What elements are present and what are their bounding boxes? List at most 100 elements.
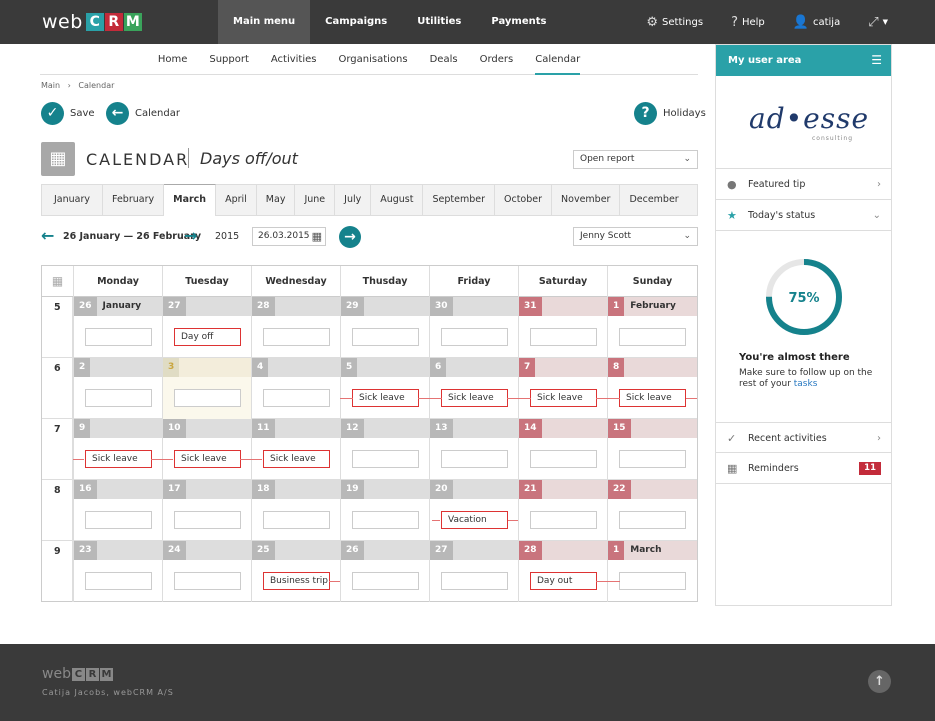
day-cell[interactable]: 15 xyxy=(607,419,697,480)
empty-event-field[interactable] xyxy=(352,572,419,590)
next-range-arrow[interactable]: → xyxy=(184,226,197,245)
day-cell[interactable]: 8 Sick leave xyxy=(607,358,697,419)
day-cell[interactable]: 16 xyxy=(73,480,162,541)
day-cell[interactable]: 14 xyxy=(518,419,607,480)
day-cell[interactable]: 30 xyxy=(429,297,518,358)
empty-event-field[interactable] xyxy=(263,389,330,407)
empty-event-field[interactable] xyxy=(85,389,152,407)
day-cell[interactable]: 27 xyxy=(429,541,518,602)
topnav-payments[interactable]: Payments xyxy=(476,0,561,44)
day-cell[interactable]: 1 March xyxy=(607,541,697,602)
day-cell[interactable]: 1 February xyxy=(607,297,697,358)
day-cell[interactable]: 31 xyxy=(518,297,607,358)
tab-april[interactable]: April xyxy=(216,185,257,215)
empty-event-field[interactable] xyxy=(174,389,241,407)
day-cell[interactable]: 27 Day off xyxy=(162,297,251,358)
empty-event-field[interactable] xyxy=(441,328,508,346)
day-cell[interactable]: 26 January xyxy=(73,297,162,358)
tab-june[interactable]: June xyxy=(295,185,336,215)
day-cell[interactable]: 29 xyxy=(340,297,429,358)
event-field[interactable]: Sick leave xyxy=(441,389,508,407)
holidays-button[interactable]: ? Holidays xyxy=(634,102,706,125)
subnav-calendar[interactable]: Calendar xyxy=(535,44,581,75)
day-cell[interactable]: 20 Vacation xyxy=(429,480,518,541)
day-cell[interactable]: 21 xyxy=(518,480,607,541)
subnav-organisations[interactable]: Organisations xyxy=(339,44,408,75)
day-cell[interactable]: 12 xyxy=(340,419,429,480)
tab-july[interactable]: July xyxy=(335,185,372,215)
open-report-select[interactable]: Open report ⌄ xyxy=(573,150,698,169)
day-cell[interactable]: 24 xyxy=(162,541,251,602)
subnav-activities[interactable]: Activities xyxy=(271,44,317,75)
day-cell[interactable]: 10 Sick leave xyxy=(162,419,251,480)
tab-september[interactable]: September xyxy=(423,185,495,215)
help-link[interactable]: ? Help xyxy=(731,15,765,30)
topnav-utilities[interactable]: Utilities xyxy=(402,0,476,44)
topnav-main-menu[interactable]: Main menu xyxy=(218,0,311,44)
day-cell[interactable]: 17 xyxy=(162,480,251,541)
empty-event-field[interactable] xyxy=(85,511,152,529)
back-to-calendar-button[interactable]: ← Calendar xyxy=(106,102,180,125)
tasks-link[interactable]: tasks xyxy=(794,379,818,389)
day-cell[interactable]: 18 xyxy=(251,480,340,541)
date-input[interactable]: 26.03.2015 ▦ xyxy=(252,227,326,246)
empty-event-field[interactable] xyxy=(263,328,330,346)
tab-august[interactable]: August xyxy=(371,185,424,215)
expand-menu[interactable]: ⤢ ▼ xyxy=(868,15,888,30)
event-field[interactable]: Day off xyxy=(174,328,241,346)
empty-event-field[interactable] xyxy=(619,328,686,346)
empty-event-field[interactable] xyxy=(174,511,241,529)
empty-event-field[interactable] xyxy=(441,572,508,590)
empty-event-field[interactable] xyxy=(85,328,152,346)
subnav-support[interactable]: Support xyxy=(209,44,249,75)
event-field[interactable]: Sick leave xyxy=(263,450,330,468)
empty-event-field[interactable] xyxy=(352,511,419,529)
subnav-orders[interactable]: Orders xyxy=(480,44,514,75)
sidebar-item-todays-status[interactable]: ★ Today's status ⌄ xyxy=(716,200,891,231)
event-field[interactable]: Sick leave xyxy=(85,450,152,468)
subnav-deals[interactable]: Deals xyxy=(430,44,458,75)
day-cell[interactable]: 7 Sick leave xyxy=(518,358,607,419)
list-icon[interactable]: ☰ xyxy=(871,45,882,76)
empty-event-field[interactable] xyxy=(530,328,597,346)
day-cell[interactable]: 13 xyxy=(429,419,518,480)
topnav-campaigns[interactable]: Campaigns xyxy=(310,0,402,44)
tab-november[interactable]: November xyxy=(552,185,621,215)
event-field[interactable]: Sick leave xyxy=(530,389,597,407)
settings-link[interactable]: ⚙ Settings xyxy=(646,15,703,30)
subnav-home[interactable]: Home xyxy=(158,44,188,75)
day-cell[interactable]: 4 xyxy=(251,358,340,419)
empty-event-field[interactable] xyxy=(85,572,152,590)
event-field[interactable]: Business trip xyxy=(263,572,330,590)
day-cell[interactable]: 3 xyxy=(162,358,251,419)
empty-event-field[interactable] xyxy=(263,511,330,529)
event-field[interactable]: Sick leave xyxy=(619,389,686,407)
save-button[interactable]: ✓ Save xyxy=(41,102,95,125)
day-cell[interactable]: 26 xyxy=(340,541,429,602)
event-field[interactable]: Sick leave xyxy=(174,450,241,468)
day-cell[interactable]: 23 xyxy=(73,541,162,602)
tab-march[interactable]: March xyxy=(164,184,217,216)
event-field[interactable]: Day out xyxy=(530,572,597,590)
empty-event-field[interactable] xyxy=(174,572,241,590)
tab-october[interactable]: October xyxy=(495,185,553,215)
tab-january[interactable]: January xyxy=(42,185,104,215)
scroll-to-top-button[interactable]: ↑ xyxy=(868,670,891,693)
person-select[interactable]: Jenny Scott ⌄ xyxy=(573,227,698,246)
day-cell[interactable]: 28 xyxy=(251,297,340,358)
empty-event-field[interactable] xyxy=(352,328,419,346)
breadcrumb-main[interactable]: Main xyxy=(41,81,60,90)
empty-event-field[interactable] xyxy=(530,511,597,529)
tab-december[interactable]: December xyxy=(620,185,687,215)
day-cell[interactable]: 5 Sick leave xyxy=(340,358,429,419)
day-cell[interactable]: 25 Business trip xyxy=(251,541,340,602)
day-cell[interactable]: 19 xyxy=(340,480,429,541)
sidebar-item-reminders[interactable]: ▦ Reminders 11 xyxy=(716,453,891,484)
day-cell[interactable]: 9 Sick leave xyxy=(73,419,162,480)
day-cell[interactable]: 2 xyxy=(73,358,162,419)
previous-range-arrow[interactable]: ← xyxy=(41,226,54,245)
tab-may[interactable]: May xyxy=(257,185,296,215)
empty-event-field[interactable] xyxy=(441,450,508,468)
day-cell[interactable]: 6 Sick leave xyxy=(429,358,518,419)
go-button[interactable]: → xyxy=(339,226,361,248)
